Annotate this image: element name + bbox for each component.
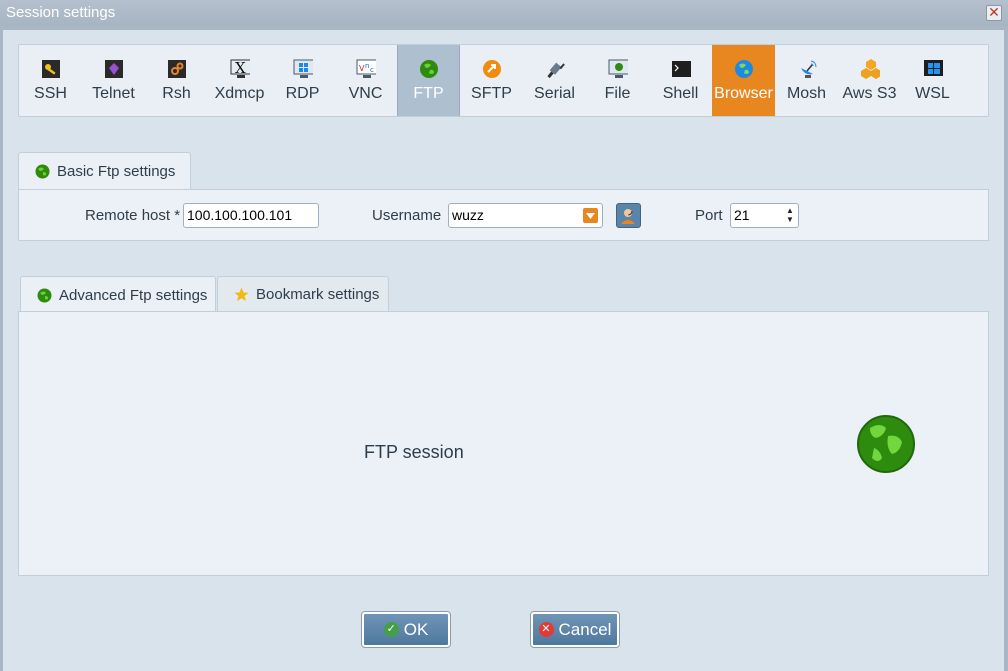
protocol-rdp[interactable]: RDP <box>271 45 334 116</box>
terminal-icon <box>671 59 691 79</box>
protocol-rsh[interactable]: Rsh <box>145 45 208 116</box>
protocol-label: Rsh <box>162 85 191 102</box>
spinner-arrows-icon[interactable]: ▲ ▼ <box>785 206 795 226</box>
file-monitor-icon <box>608 59 628 79</box>
username-label: Username <box>372 207 442 224</box>
tab-advanced-ftp-settings[interactable]: Advanced Ftp settings <box>20 276 216 314</box>
key-icon <box>41 59 61 79</box>
vnc-icon: Vnc <box>356 59 376 79</box>
xdmcp-icon: X <box>230 59 250 79</box>
protocol-label: File <box>604 85 631 102</box>
serial-plug-icon <box>545 59 565 79</box>
protocol-label: Telnet <box>92 85 135 102</box>
protocol-vnc[interactable]: Vnc VNC <box>334 45 397 116</box>
globe-icon <box>419 59 439 79</box>
protocol-label: SFTP <box>471 85 512 102</box>
cancel-button[interactable]: ✕ Cancel <box>531 612 619 647</box>
remote-host-label: Remote host * <box>85 207 181 224</box>
sftp-icon <box>482 59 502 79</box>
protocol-ssh[interactable]: SSH <box>19 45 82 116</box>
windows-icon <box>923 59 943 79</box>
telnet-icon <box>104 59 124 79</box>
ok-label: OK <box>403 619 429 639</box>
port-spinbox[interactable]: 21 ▲ ▼ <box>730 203 799 228</box>
close-button[interactable]: ✕ <box>986 5 1002 21</box>
remote-host-input[interactable]: 100.100.100.101 <box>183 203 319 228</box>
port-value: 21 <box>734 207 750 223</box>
protocol-aws-s3[interactable]: Aws S3 <box>838 45 901 116</box>
user-manager-button[interactable] <box>616 203 641 228</box>
protocol-serial[interactable]: Serial <box>523 45 586 116</box>
username-value: wuzz <box>452 207 484 223</box>
protocol-label: FTP <box>413 85 444 102</box>
advanced-settings-panel: FTP session <box>18 311 989 576</box>
globe-icon <box>37 288 52 303</box>
protocol-file[interactable]: File <box>586 45 649 116</box>
protocol-xdmcp[interactable]: X Xdmcp <box>208 45 271 116</box>
tab-bookmark-settings[interactable]: Bookmark settings <box>217 276 389 311</box>
protocol-label: SSH <box>34 85 67 102</box>
tab-label: Bookmark settings <box>256 285 380 303</box>
check-icon: ✓ <box>383 622 399 637</box>
user-icon <box>621 206 635 224</box>
protocol-label: Serial <box>534 85 575 102</box>
protocol-label: VNC <box>348 85 383 102</box>
title-bar: Session settings ✕ <box>0 0 1008 26</box>
close-icon: ✕ <box>988 4 1000 20</box>
globe-icon <box>35 164 50 179</box>
basic-settings-panel: Remote host * 100.100.100.101 Username w… <box>18 189 989 241</box>
protocol-label: Mosh <box>786 85 827 102</box>
tab-label: Advanced Ftp settings <box>59 287 208 304</box>
tab-label: Basic Ftp settings <box>57 163 176 180</box>
tab-basic-ftp-settings[interactable]: Basic Ftp settings <box>18 152 191 190</box>
ok-button[interactable]: ✓ OK <box>362 612 450 647</box>
aws-cubes-icon <box>860 59 880 79</box>
session-type-text: FTP session <box>364 442 464 462</box>
protocol-shell[interactable]: Shell <box>649 45 712 116</box>
star-icon <box>234 287 249 301</box>
protocol-ftp[interactable]: FTP <box>397 45 460 116</box>
rdp-monitor-icon <box>293 59 313 79</box>
svg-text:c: c <box>370 66 374 74</box>
port-label: Port <box>695 207 723 224</box>
protocol-browser[interactable]: Browser <box>712 45 775 116</box>
protocol-mosh[interactable]: Mosh <box>775 45 838 116</box>
rsh-icon <box>167 59 187 79</box>
cancel-icon: ✕ <box>538 622 554 637</box>
protocol-telnet[interactable]: Telnet <box>82 45 145 116</box>
protocol-wsl[interactable]: WSL <box>901 45 964 116</box>
window-title: Session settings <box>6 4 116 21</box>
dialog-body: SSH Telnet Rsh X Xdmcp RDP V n c VNC FTP… <box>3 30 1004 671</box>
svg-text:X: X <box>235 59 246 77</box>
protocol-label: Browser <box>714 85 773 102</box>
browser-globe-icon <box>734 59 754 79</box>
protocol-label: RDP <box>285 85 320 102</box>
protocol-bar: SSH Telnet Rsh X Xdmcp RDP V n c VNC FTP… <box>18 44 989 117</box>
ftp-globe-icon <box>857 415 915 473</box>
username-combobox[interactable]: wuzz <box>448 203 603 228</box>
protocol-label: Aws S3 <box>842 85 897 102</box>
chevron-down-icon[interactable] <box>583 208 598 223</box>
cancel-label: Cancel <box>558 619 612 639</box>
protocol-label: WSL <box>915 85 950 102</box>
svg-text:n: n <box>365 62 369 70</box>
protocol-label: Shell <box>662 85 699 102</box>
satellite-icon <box>797 59 817 79</box>
protocol-sftp[interactable]: SFTP <box>460 45 523 116</box>
protocol-label: Xdmcp <box>214 85 265 102</box>
